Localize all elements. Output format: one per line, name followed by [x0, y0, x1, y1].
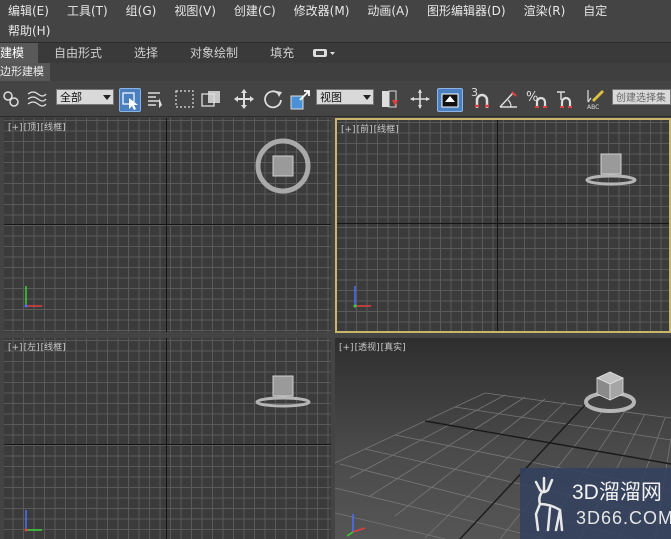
svg-text:ABC: ABC: [587, 104, 599, 110]
menu-help[interactable]: 帮助(H): [0, 22, 60, 39]
menu-modifiers[interactable]: 修改器(M): [286, 2, 360, 19]
snaps-toggle-button[interactable]: 3: [469, 86, 495, 110]
viewport-top[interactable]: [+][顶][线框]: [4, 118, 331, 332]
ribbon-options-button[interactable]: [310, 46, 338, 60]
rotate-icon[interactable]: [262, 88, 284, 110]
snap-dimension: 3: [471, 86, 478, 99]
viewport-label: [+][前][线框]: [341, 122, 400, 135]
grid-axis-horizontal: [4, 224, 331, 225]
viewcube-icon[interactable]: [252, 368, 314, 410]
menu-edit[interactable]: 编辑(E): [0, 2, 59, 19]
named-selection-set-field[interactable]: 创建选择集: [612, 89, 671, 105]
edit-named-selection-icon[interactable]: ABC: [584, 88, 606, 110]
panel-label-poly-modeling[interactable]: 边形建模: [0, 63, 50, 81]
watermark-brand: 3D溜溜网: [572, 481, 662, 504]
scale-icon[interactable]: [290, 88, 312, 110]
menu-view[interactable]: 视图(V): [166, 2, 226, 19]
menu-bar: 编辑(E) 工具(T) 组(G) 视图(V) 创建(C) 修改器(M) 动画(A…: [0, 0, 671, 42]
tab-selection[interactable]: 选择: [118, 43, 174, 63]
unlink-icon[interactable]: [2, 88, 20, 110]
menu-create[interactable]: 创建(C): [226, 2, 286, 19]
percent-snap-icon[interactable]: %: [525, 88, 551, 110]
viewcube-icon[interactable]: [581, 148, 641, 188]
rectangle-selection-icon[interactable]: [174, 88, 196, 110]
viewport-pov-label[interactable]: [顶]: [24, 123, 40, 133]
viewport-shading-label[interactable]: [线框]: [41, 123, 66, 133]
reference-coordinate-dropdown[interactable]: 视图: [316, 89, 374, 105]
window-crossing-icon[interactable]: [200, 88, 222, 110]
ribbon-panel-bar: 边形建模: [0, 63, 671, 81]
pivot-point-center-icon[interactable]: [379, 88, 401, 110]
menu-customize[interactable]: 自定: [575, 2, 617, 19]
keyboard-override-icon: [441, 93, 459, 108]
menu-animation[interactable]: 动画(A): [359, 2, 419, 19]
chevron-down-icon: [103, 95, 111, 100]
tab-object-paint[interactable]: 对象绘制: [174, 43, 254, 63]
tab-modeling[interactable]: 建模: [0, 43, 39, 63]
viewport-menu-plus[interactable]: [+]: [339, 343, 354, 353]
tab-populate[interactable]: 填充: [254, 43, 310, 63]
viewport-label: [+][左][线框]: [8, 340, 67, 353]
world-axis-icon: [353, 286, 371, 308]
viewport-pov-label[interactable]: [前]: [357, 125, 373, 135]
select-cursor-icon: [122, 92, 138, 110]
watermark-url: 3D66.COM: [576, 508, 671, 528]
viewport-pov-label[interactable]: [透视]: [355, 343, 380, 353]
deer-logo-icon: [534, 476, 564, 532]
angle-snap-icon[interactable]: [497, 88, 521, 110]
viewcube-icon[interactable]: [581, 364, 639, 420]
viewport-menu-plus[interactable]: [+]: [8, 123, 23, 133]
world-axis-icon: [346, 514, 366, 537]
ribbon-options-icon: [313, 49, 336, 57]
viewport-menu-plus[interactable]: [+]: [8, 343, 23, 353]
menu-rendering[interactable]: 渲染(R): [516, 2, 576, 19]
selection-filter-value: 全部: [60, 91, 82, 104]
viewport-shading-label[interactable]: [线框]: [374, 125, 399, 135]
viewport-label: [+][透视][真实]: [339, 340, 407, 353]
viewport-pov-label[interactable]: [左]: [24, 343, 40, 353]
grid-axis-horizontal: [337, 223, 669, 224]
menu-group[interactable]: 组(G): [118, 2, 167, 19]
selection-filter-dropdown[interactable]: 全部: [56, 89, 114, 105]
grid-axis-vertical: [166, 338, 167, 539]
watermark: 3D溜溜网 3D66.COM: [520, 468, 671, 539]
menu-row-2: 帮助(H): [0, 20, 60, 40]
grid-axis-horizontal: [4, 444, 331, 445]
tab-freeform[interactable]: 自由形式: [38, 43, 118, 63]
chevron-down-icon: [363, 95, 371, 100]
ribbon-tabs: 建模 自由形式 选择 对象绘制 填充: [0, 42, 671, 64]
spinner-snap-icon[interactable]: [554, 88, 576, 110]
named-selection-placeholder: 创建选择集: [616, 93, 666, 104]
grid-axis-vertical: [497, 120, 498, 331]
viewport-front[interactable]: [+][前][线框]: [335, 118, 671, 333]
world-axis-icon: [24, 286, 42, 308]
viewport-shading-label[interactable]: [线框]: [41, 343, 66, 353]
keyboard-shortcut-override-button[interactable]: [437, 88, 463, 112]
select-object-button[interactable]: [119, 88, 141, 112]
viewport-label: [+][顶][线框]: [8, 120, 67, 133]
viewcube-icon[interactable]: [252, 136, 314, 196]
viewport-menu-plus[interactable]: [+]: [341, 125, 356, 135]
reference-coordinate-value: 视图: [320, 91, 342, 104]
world-axis-icon: [24, 510, 42, 532]
main-toolbar: 全部 视图 3 % ABC 创建选择集: [0, 82, 671, 117]
menu-row-1: 编辑(E) 工具(T) 组(G) 视图(V) 创建(C) 修改器(M) 动画(A…: [0, 0, 617, 20]
viewport-shading-label[interactable]: [真实]: [381, 343, 406, 353]
viewport-left[interactable]: [+][左][线框]: [4, 338, 331, 539]
bind-space-warp-icon[interactable]: [26, 88, 48, 110]
menu-graph-editors[interactable]: 图形编辑器(D): [419, 2, 516, 19]
grid-axis-vertical: [166, 118, 167, 332]
select-by-name-icon[interactable]: [146, 88, 166, 110]
menu-tools[interactable]: 工具(T): [59, 2, 118, 19]
select-manipulate-icon[interactable]: [409, 88, 431, 110]
move-icon[interactable]: [233, 88, 255, 110]
